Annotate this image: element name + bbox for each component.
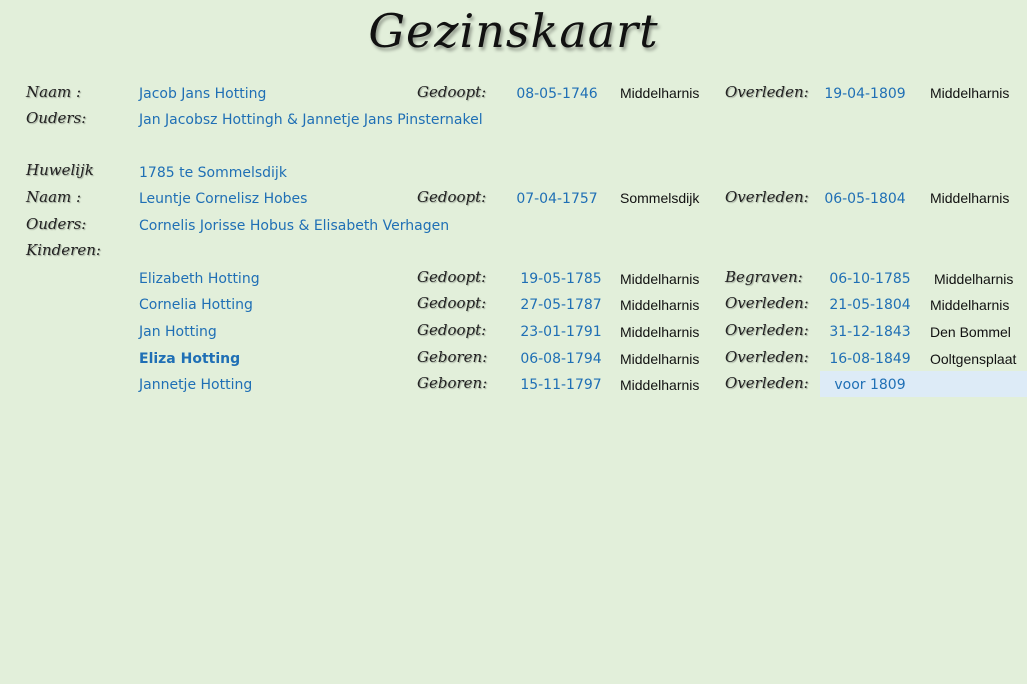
wife-place: Sommelsdijk xyxy=(620,190,700,206)
husband-parents: Jan Jacobsz Hottingh & Jannetje Jans Pin… xyxy=(139,112,483,128)
marriage-value: 1785 te Sommelsdijk xyxy=(139,165,287,181)
label-naam-husband: Naam : xyxy=(26,83,82,101)
label-huwelijk: Huwelijk xyxy=(26,161,94,179)
child-name: Jan Hotting xyxy=(139,324,217,340)
wife-death-label: Overleden: xyxy=(725,188,809,206)
husband-name: Jacob Jans Hotting xyxy=(139,86,267,102)
child-death-place: Middelharnis xyxy=(934,271,1014,287)
child-event-label: Gedoopt: xyxy=(417,268,487,286)
husband-death-date: 19-04-1809 xyxy=(824,86,906,102)
husband-event-label: Gedoopt: xyxy=(417,83,487,101)
child-event-label: Geboren: xyxy=(417,348,488,366)
child-death-label: Overleden: xyxy=(725,374,809,392)
child-place: Middelharnis xyxy=(620,351,700,367)
child-place: Middelharnis xyxy=(620,271,700,287)
child-date: 23-01-1791 xyxy=(520,324,602,340)
child-name: Elizabeth Hotting xyxy=(139,271,260,287)
wife-death-place: Middelharnis xyxy=(930,190,1010,206)
child-date: 27-05-1787 xyxy=(520,297,602,313)
child-death-place: Den Bommel xyxy=(930,324,1011,340)
child-death-date: 06-10-1785 xyxy=(829,271,911,287)
page-title: Gezinskaart xyxy=(368,4,659,58)
wife-death-date: 06-05-1804 xyxy=(824,191,906,207)
wife-date: 07-04-1757 xyxy=(516,191,598,207)
wife-parents: Cornelis Jorisse Hobus & Elisabeth Verha… xyxy=(139,218,450,234)
child-death-label: Overleden: xyxy=(725,348,809,366)
child-death-date: voor 1809 xyxy=(834,377,906,393)
child-event-label: Gedoopt: xyxy=(417,321,487,339)
child-death-date: 16-08-1849 xyxy=(829,351,911,367)
child-death-label: Overleden: xyxy=(725,321,809,339)
husband-death-place: Middelharnis xyxy=(930,85,1010,101)
child-death-date: 31-12-1843 xyxy=(829,324,911,340)
label-kinderen: Kinderen: xyxy=(26,241,101,259)
child-death-date: 21-05-1804 xyxy=(829,297,911,313)
child-name: Jannetje Hotting xyxy=(139,377,253,393)
husband-date: 08-05-1746 xyxy=(516,86,598,102)
child-date: 19-05-1785 xyxy=(520,271,602,287)
child-death-place: Ooltgensplaat xyxy=(930,351,1017,367)
child-date: 15-11-1797 xyxy=(520,377,602,393)
child-date: 06-08-1794 xyxy=(520,351,602,367)
wife-name: Leuntje Cornelisz Hobes xyxy=(139,191,308,207)
wife-event-label: Gedoopt: xyxy=(417,188,487,206)
label-ouders-husband: Ouders: xyxy=(26,109,87,127)
child-event-label: Gedoopt: xyxy=(417,294,487,312)
child-place: Middelharnis xyxy=(620,297,700,313)
child-event-label: Geboren: xyxy=(417,374,488,392)
child-death-label: Overleden: xyxy=(725,294,809,312)
label-naam-wife: Naam : xyxy=(26,188,82,206)
child-death-place: Middelharnis xyxy=(930,297,1010,313)
husband-death-label: Overleden: xyxy=(725,83,809,101)
child-place: Middelharnis xyxy=(620,377,700,393)
child-death-label: Begraven: xyxy=(725,268,803,286)
husband-place: Middelharnis xyxy=(620,85,700,101)
child-place: Middelharnis xyxy=(620,324,700,340)
label-ouders-wife: Ouders: xyxy=(26,215,87,233)
child-name: Cornelia Hotting xyxy=(139,297,253,313)
child-name: Eliza Hotting xyxy=(139,351,241,367)
